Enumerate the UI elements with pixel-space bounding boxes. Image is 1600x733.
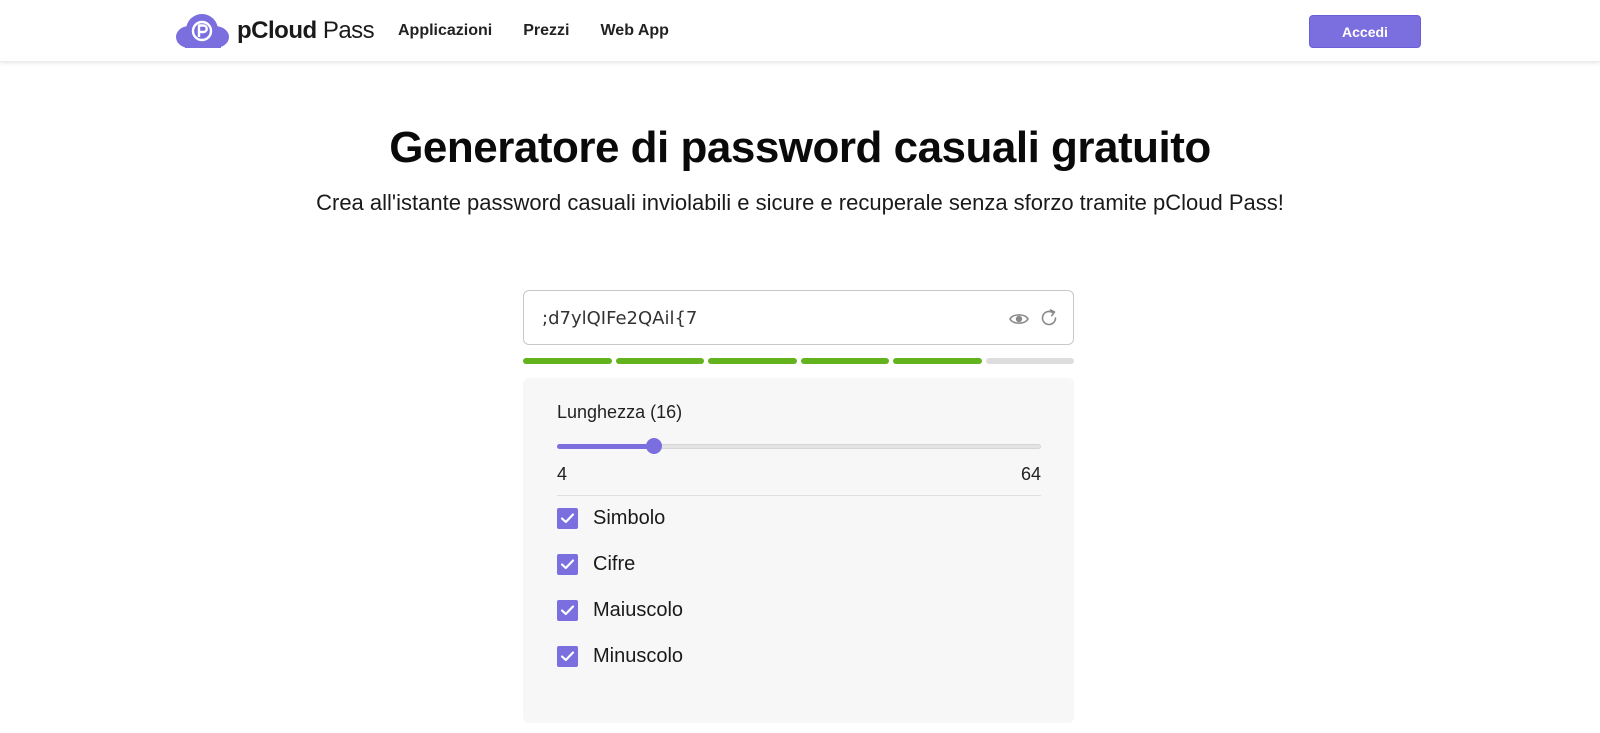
logo-link[interactable]: pCloud Pass	[175, 13, 375, 49]
option-minuscolo[interactable]: Minuscolo	[557, 644, 683, 668]
length-min-label: 4	[557, 464, 568, 484]
checkbox-maiuscolo[interactable]	[557, 599, 578, 621]
main-nav: Applicazioni Prezzi Web App	[398, 21, 669, 41]
logo-text-light: Pass	[322, 17, 375, 44]
logo-text-bold: pCloud	[237, 17, 317, 44]
checkbox-cifre[interactable]	[557, 553, 578, 575]
nav-item-prezzi[interactable]: Prezzi	[523, 21, 569, 41]
length-label: Lunghezza (16)	[557, 402, 683, 422]
checkbox-simbolo[interactable]	[557, 507, 578, 529]
checkmark-icon	[560, 512, 575, 523]
option-label: Maiuscolo	[593, 599, 684, 621]
eye-icon[interactable]	[1008, 308, 1030, 330]
strength-segment	[800, 358, 889, 364]
password-input[interactable]	[542, 305, 982, 331]
option-simbolo[interactable]: Simbolo	[557, 506, 665, 530]
length-max-label: 64	[1020, 464, 1041, 484]
nav-item-web-app[interactable]: Web App	[600, 21, 668, 41]
checkmark-icon	[560, 650, 575, 661]
strength-segment	[523, 358, 612, 364]
nav-item-applicazioni[interactable]: Applicazioni	[398, 21, 492, 41]
strength-segment	[985, 358, 1074, 364]
divider	[557, 495, 1041, 496]
length-slider[interactable]	[557, 438, 1041, 454]
pcloud-pass-logo-icon	[175, 13, 231, 49]
checkmark-icon	[560, 604, 575, 615]
page-title: Generatore di password casuali gratuito	[389, 123, 1211, 172]
slider-thumb[interactable]	[645, 438, 662, 454]
strength-meter	[523, 358, 1074, 364]
checkbox-minuscolo[interactable]	[557, 645, 578, 667]
option-maiuscolo[interactable]: Maiuscolo	[557, 598, 683, 622]
strength-segment	[615, 358, 704, 364]
option-label: Simbolo	[593, 507, 666, 529]
checkmark-icon	[560, 558, 575, 569]
login-button[interactable]: Accedi	[1309, 15, 1421, 48]
options-panel: Lunghezza (16) 4 64 Simbolo Cifre Maiusc…	[523, 378, 1074, 723]
option-label: Cifre	[593, 553, 636, 575]
password-field	[523, 290, 1074, 345]
option-cifre[interactable]: Cifre	[557, 552, 635, 576]
slider-fill	[557, 444, 654, 449]
refresh-icon[interactable]	[1038, 307, 1060, 329]
strength-segment	[708, 358, 797, 364]
logo-text: pCloud Pass	[237, 13, 375, 49]
page-subtitle: Crea all'istante password casuali inviol…	[316, 190, 1284, 215]
site-header: pCloud Pass Applicazioni Prezzi Web App …	[0, 0, 1600, 62]
strength-segment	[893, 358, 982, 364]
option-label: Minuscolo	[593, 645, 684, 667]
